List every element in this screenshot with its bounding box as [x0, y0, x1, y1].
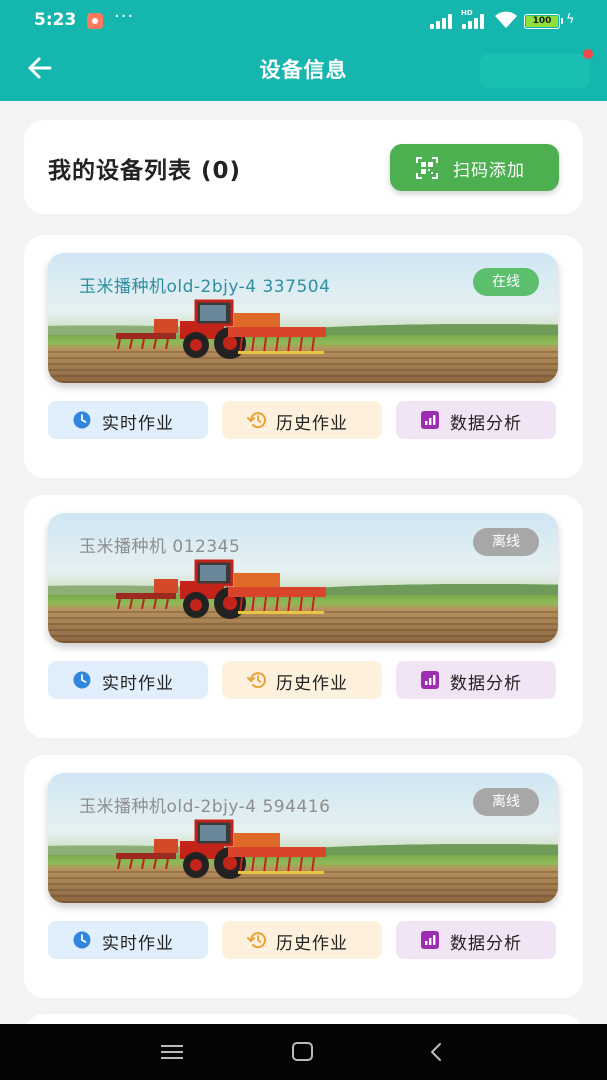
header-action-area[interactable] [480, 54, 590, 88]
realtime-work-label: 实时作业 [102, 934, 174, 954]
scan-add-button[interactable]: 扫码添加 [390, 144, 559, 191]
clock-icon [73, 931, 91, 949]
realtime-work-button[interactable]: 实时作业 [48, 661, 208, 699]
history-work-label: 历史作业 [276, 934, 348, 954]
status-badge: 离线 [473, 528, 539, 556]
data-analysis-label: 数据分析 [450, 934, 522, 954]
history-work-button[interactable]: 历史作业 [222, 921, 382, 959]
recording-icon [87, 13, 103, 29]
history-work-label: 历史作业 [276, 414, 348, 434]
qr-scan-icon [416, 157, 438, 179]
wifi-icon [495, 11, 517, 28]
scan-add-label: 扫码添加 [453, 161, 525, 181]
charging-icon: ϟ [566, 12, 575, 27]
notification-dot [583, 49, 593, 59]
device-card-1: 玉米播种机old-2bjy-4 337504 在线 实时作业 历史作业 数据分析 [24, 235, 583, 478]
device-name: 玉米播种机old-2bjy-4 594416 [79, 797, 331, 817]
battery-icon: 100 [524, 14, 563, 29]
battery-level: 100 [532, 16, 552, 26]
tractor-illustration [116, 819, 326, 879]
bar-chart-icon [421, 671, 439, 689]
home-icon[interactable] [292, 1042, 313, 1061]
bar-chart-icon [421, 411, 439, 429]
history-icon [247, 672, 266, 689]
device-image[interactable]: 玉米播种机old-2bjy-4 594416 离线 [48, 773, 558, 903]
status-badge: 在线 [473, 268, 539, 296]
tractor-illustration [116, 559, 326, 619]
app-header: 5:23 ··· HD 100 ϟ 设备信息 [0, 0, 607, 101]
clock-icon [73, 671, 91, 689]
realtime-work-button[interactable]: 实时作业 [48, 921, 208, 959]
status-bar: 5:23 ··· HD 100 ϟ [0, 0, 607, 44]
data-analysis-button[interactable]: 数据分析 [396, 401, 556, 439]
more-notifications-icon: ··· [114, 6, 135, 27]
data-analysis-label: 数据分析 [450, 414, 522, 434]
signal-icon [430, 13, 456, 29]
signal-icon-2 [462, 13, 488, 29]
realtime-work-label: 实时作业 [102, 414, 174, 434]
device-card-2: 玉米播种机 012345 离线 实时作业 历史作业 数据分析 [24, 495, 583, 738]
data-analysis-button[interactable]: 数据分析 [396, 921, 556, 959]
history-work-label: 历史作业 [276, 674, 348, 694]
realtime-work-label: 实时作业 [102, 674, 174, 694]
status-badge: 离线 [473, 788, 539, 816]
device-image[interactable]: 玉米播种机old-2bjy-4 337504 在线 [48, 253, 558, 383]
history-icon [247, 932, 266, 949]
back-icon[interactable] [426, 1040, 446, 1064]
status-time: 5:23 [34, 10, 77, 30]
history-work-button[interactable]: 历史作业 [222, 401, 382, 439]
bar-chart-icon [421, 931, 439, 949]
realtime-work-button[interactable]: 实时作业 [48, 401, 208, 439]
device-list-title: 我的设备列表 (0) [48, 158, 242, 184]
history-icon [247, 412, 266, 429]
device-name: 玉米播种机old-2bjy-4 337504 [79, 277, 331, 297]
device-image[interactable]: 玉米播种机 012345 离线 [48, 513, 558, 643]
device-card-3: 玉米播种机old-2bjy-4 594416 离线 实时作业 历史作业 数据分析 [24, 755, 583, 998]
device-name: 玉米播种机 012345 [79, 537, 241, 557]
menu-icon[interactable] [161, 1043, 183, 1061]
tractor-illustration [116, 299, 326, 359]
history-work-button[interactable]: 历史作业 [222, 661, 382, 699]
clock-icon [73, 411, 91, 429]
data-analysis-button[interactable]: 数据分析 [396, 661, 556, 699]
system-navigation-bar [0, 1024, 607, 1080]
data-analysis-label: 数据分析 [450, 674, 522, 694]
device-list-header: 我的设备列表 (0) 扫码添加 [24, 120, 583, 214]
